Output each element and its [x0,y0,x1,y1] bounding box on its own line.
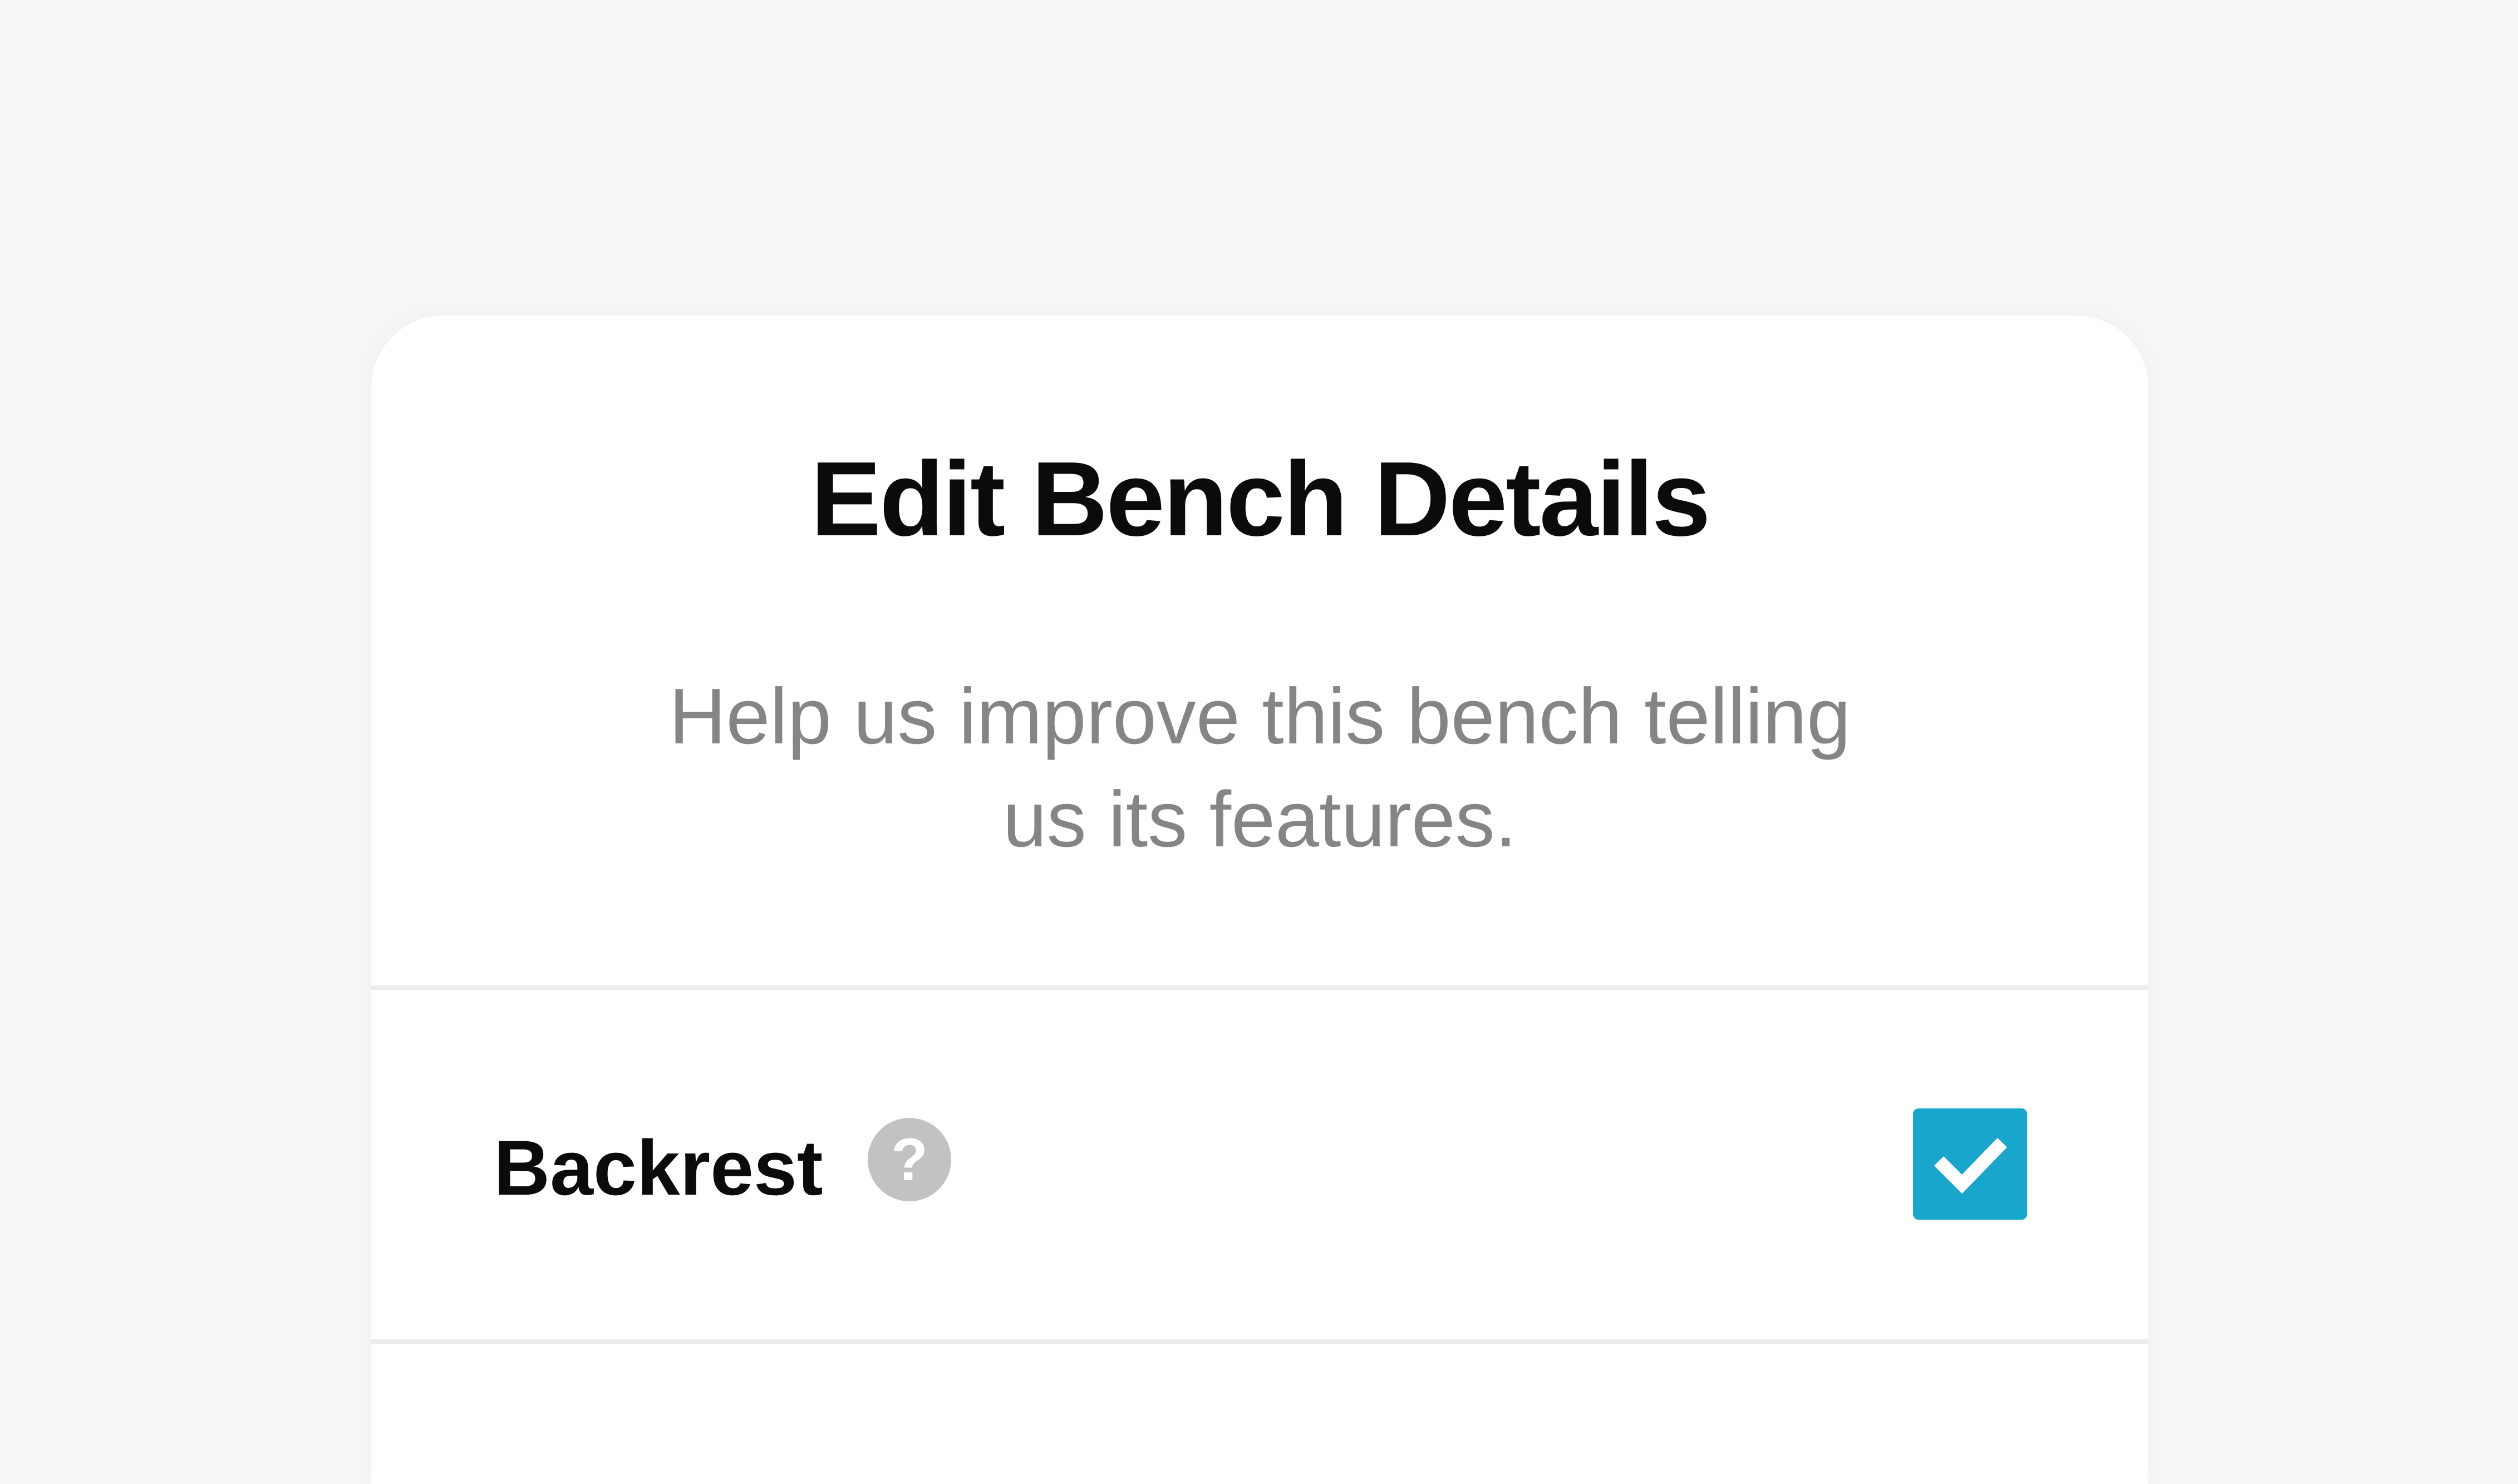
feature-row-backrest: Backrest ? [371,990,2148,1339]
dialog-subtitle: Help us improve this bench telling us it… [668,672,1851,864]
feature-label: Backrest [494,1124,823,1211]
edit-bench-dialog: Edit Bench Details Help us improve this … [371,315,2148,1484]
divider [371,1339,2148,1344]
checkmark-icon [1934,1138,2007,1194]
divider [371,985,2148,990]
backrest-checkbox[interactable] [1913,1108,2027,1220]
question-mark-icon[interactable]: ? [868,1118,951,1201]
dialog-title: Edit Bench Details [810,440,1710,558]
